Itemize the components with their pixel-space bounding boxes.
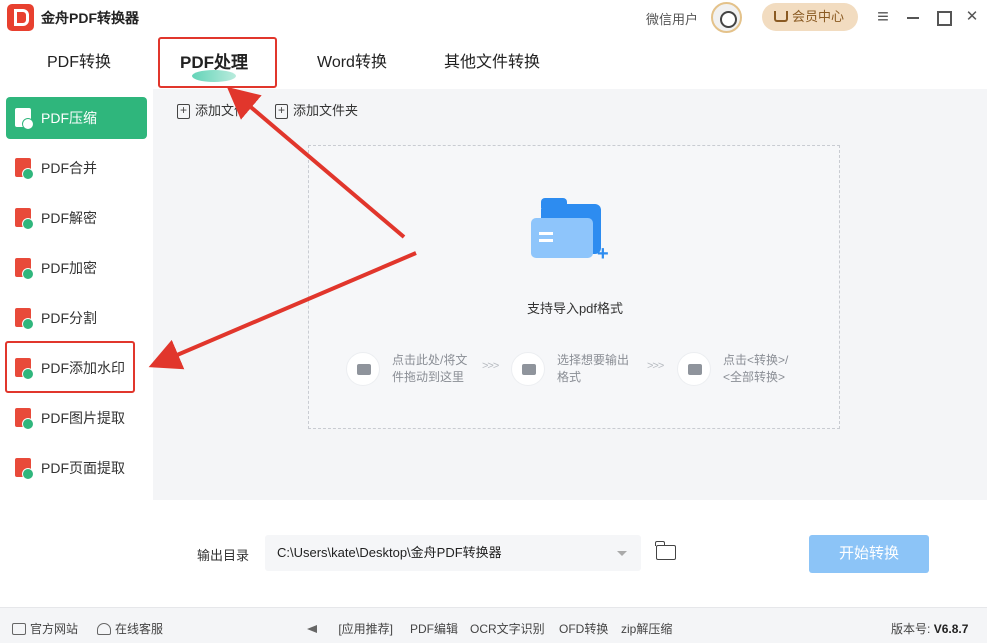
step-text: <全部转换> <box>723 370 786 384</box>
pdf-image-extract-icon <box>15 408 34 430</box>
tab-other-convert[interactable]: 其他文件转换 <box>444 34 540 89</box>
maximize-icon[interactable] <box>934 8 952 26</box>
tab-word-convert[interactable]: Word转换 <box>317 34 387 89</box>
add-file-button[interactable]: 添加文件 <box>177 102 248 119</box>
official-website-label: 官方网站 <box>30 622 79 636</box>
sidebar-item-label: PDF图片提取 <box>41 410 125 426</box>
add-file-label: 添加文件 <box>195 103 248 118</box>
output-dir-select[interactable]: C:\Users\kate\Desktop\金舟PDF转换器 <box>265 535 641 571</box>
promo-label: [应用推荐] <box>307 620 393 637</box>
sidebar-item-decrypt[interactable]: PDF解密 <box>6 197 147 239</box>
step-text: 选择想要输出 <box>557 353 630 367</box>
sidebar-item-encrypt[interactable]: PDF加密 <box>6 247 147 289</box>
output-dir-value: C:\Users\kate\Desktop\金舟PDF转换器 <box>277 545 502 560</box>
browse-folder-icon[interactable] <box>655 541 676 560</box>
sidebar-item-label: PDF分割 <box>41 310 97 326</box>
pdf-compress-icon <box>15 108 34 130</box>
pdf-split-icon <box>15 308 34 330</box>
add-folder-label: 添加文件夹 <box>293 103 359 118</box>
convert-icon <box>677 352 711 386</box>
pdf-encrypt-icon <box>15 258 34 280</box>
crown-icon <box>774 11 788 22</box>
promo-text: [应用推荐] <box>338 622 394 636</box>
menu-icon[interactable] <box>874 8 892 26</box>
user-name[interactable]: 微信用户 <box>646 9 698 28</box>
step-text: 格式 <box>557 370 582 384</box>
status-bar: 官方网站 在线客服 [应用推荐] PDF编辑 OCR文字识别 OFD转换 zip… <box>0 607 987 643</box>
monitor-icon <box>12 623 26 635</box>
sidebar-item-label: PDF解密 <box>41 210 97 226</box>
highlight-box-watermark <box>5 341 135 393</box>
app-title: 金舟PDF转换器 <box>41 10 139 26</box>
sidebar-item-label: PDF页面提取 <box>41 460 125 476</box>
highlight-box-tab <box>158 37 277 88</box>
step-text: 点击<转换>/ <box>723 353 789 367</box>
app-logo-icon <box>7 4 34 31</box>
vip-center-label: 会员中心 <box>792 9 845 24</box>
link-pdf-edit[interactable]: PDF编辑 <box>410 620 458 637</box>
minimize-icon[interactable] <box>904 8 922 26</box>
online-support-label: 在线客服 <box>115 622 164 636</box>
sidebar-item-compress[interactable]: PDF压缩 <box>6 97 147 139</box>
step-separator: >>> <box>647 360 664 372</box>
step-text: 件拖动到这里 <box>392 370 465 384</box>
add-folder-icon <box>275 102 288 119</box>
tab-pdf-convert[interactable]: PDF转换 <box>47 34 111 89</box>
sidebar-item-merge[interactable]: PDF合并 <box>6 147 147 189</box>
official-website-link[interactable]: 官方网站 <box>12 620 78 637</box>
headset-icon <box>97 623 111 635</box>
sidebar-item-image-extract[interactable]: PDF图片提取 <box>6 397 147 439</box>
add-file-icon <box>177 102 190 119</box>
start-convert-button[interactable]: 开始转换 <box>809 535 929 573</box>
sidebar-item-split[interactable]: PDF分割 <box>6 297 147 339</box>
content-area: 添加文件 添加文件夹 + 支持导入pdf格式 点击此处/将文 件拖动到这里 >>… <box>153 89 987 500</box>
online-support-link[interactable]: 在线客服 <box>97 620 163 637</box>
version-info: 版本号: V6.8.7 <box>891 620 968 637</box>
output-bar: 输出目录 C:\Users\kate\Desktop\金舟PDF转换器 开始转换 <box>153 500 987 607</box>
sidebar-item-label: PDF压缩 <box>41 110 97 126</box>
drop-hint-text: 支持导入pdf格式 <box>526 301 624 316</box>
output-dir-label: 输出目录 <box>197 548 250 563</box>
pdf-decrypt-icon <box>15 208 34 230</box>
close-icon[interactable] <box>963 8 981 26</box>
version-value: V6.8.7 <box>933 622 969 636</box>
folder-open-icon <box>346 352 380 386</box>
step-text: 点击此处/将文 <box>392 353 468 367</box>
link-zip[interactable]: zip解压缩 <box>621 620 672 637</box>
pdf-page-extract-icon <box>15 458 34 480</box>
title-bar: 金舟PDF转换器 微信用户 会员中心 <box>0 0 987 34</box>
add-folder-button[interactable]: 添加文件夹 <box>275 102 359 119</box>
link-ofd-convert[interactable]: OFD转换 <box>559 620 608 637</box>
folder-add-icon: + <box>531 198 609 264</box>
vip-center-button[interactable]: 会员中心 <box>762 3 858 31</box>
link-ocr[interactable]: OCR文字识别 <box>470 620 545 637</box>
version-label: 版本号: <box>891 622 931 636</box>
sidebar-item-page-extract[interactable]: PDF页面提取 <box>6 447 147 489</box>
pdf-merge-icon <box>15 158 34 180</box>
file-drop-zone[interactable]: + 支持导入pdf格式 点击此处/将文 件拖动到这里 >>> 选择想要输出 格式… <box>308 145 840 429</box>
main-tabs: PDF转换 PDF处理 Word转换 其他文件转换 <box>0 34 987 89</box>
export-icon <box>511 352 545 386</box>
sidebar-item-label: PDF加密 <box>41 260 97 276</box>
chevron-down-icon[interactable] <box>617 551 627 556</box>
megaphone-icon <box>307 623 321 635</box>
step-separator: >>> <box>482 360 499 372</box>
avatar[interactable] <box>711 2 742 33</box>
sidebar-item-label: PDF合并 <box>41 160 97 176</box>
